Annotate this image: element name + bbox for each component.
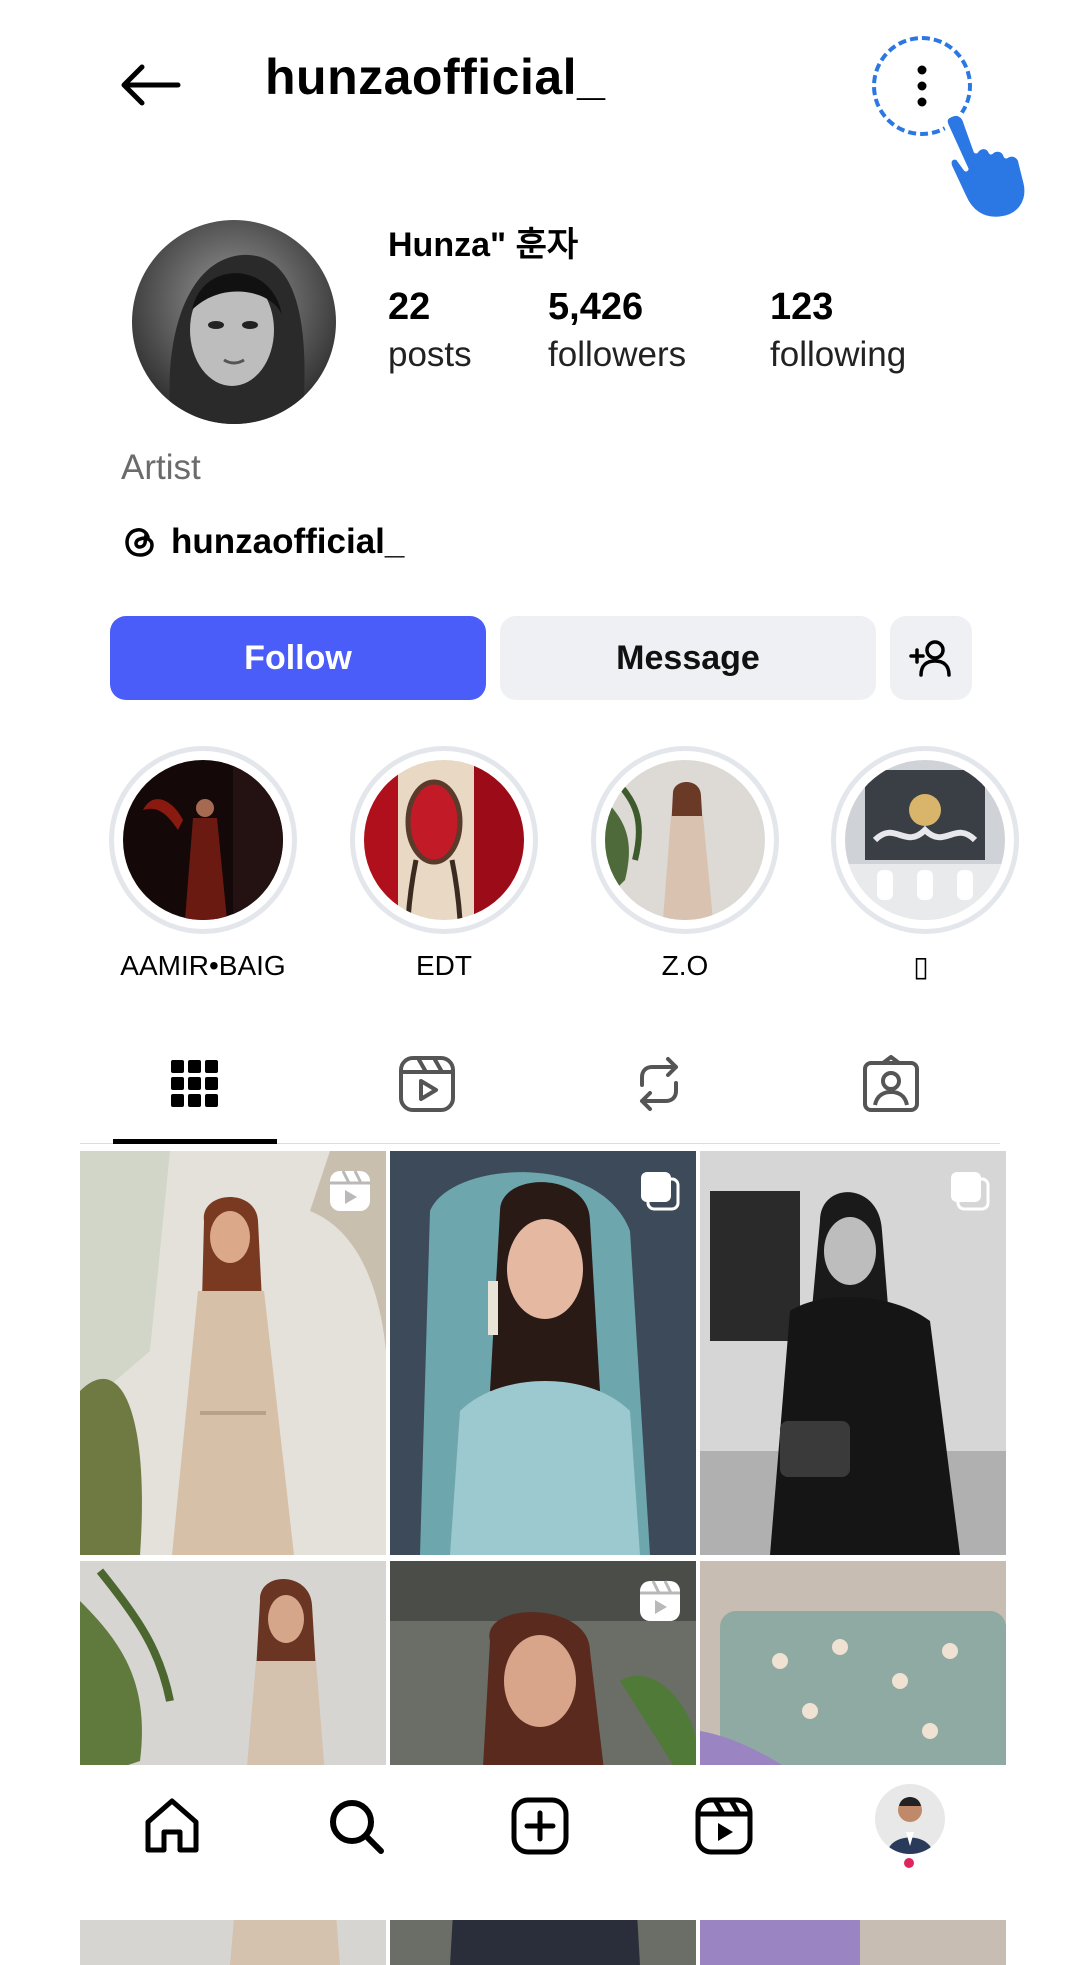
profile-avatar[interactable] (132, 220, 336, 424)
reel-icon (330, 1170, 370, 1211)
highlight-cover (605, 760, 765, 920)
threads-link[interactable]: hunzaofficial_ (121, 522, 404, 562)
highlight-label: ▯ (913, 951, 929, 982)
posts-label: posts (388, 335, 472, 374)
reels-icon (695, 1797, 753, 1855)
reel-icon (640, 1580, 680, 1621)
highlight-label: EDT (416, 950, 472, 981)
home-icon (145, 1798, 199, 1853)
highlight-cover (364, 760, 524, 920)
highlight-ring (109, 746, 297, 934)
tagged-icon (863, 1055, 919, 1112)
following-count[interactable]: 123 following (770, 283, 906, 379)
highlight-cover (123, 760, 283, 920)
search-icon (330, 1800, 384, 1854)
highlight-ring (831, 746, 1019, 934)
more-vertical-icon (917, 65, 927, 107)
carousel-icon (641, 1172, 680, 1211)
nav-profile-avatar[interactable] (875, 1784, 945, 1854)
highlight-item[interactable]: Z.O (590, 746, 780, 982)
back-button[interactable] (110, 50, 190, 120)
following-label: following (770, 335, 907, 374)
profile-category: Artist (121, 448, 201, 487)
followers-value: 5,426 (548, 286, 644, 328)
posts-value: 22 (388, 286, 431, 328)
display-name: Hunza" 훈자 (388, 226, 579, 264)
highlight-item[interactable]: AAMIR•BAIG (108, 746, 298, 982)
nav-home[interactable] (132, 1786, 212, 1866)
follow-button[interactable]: Follow (110, 616, 486, 700)
arrow-left-icon (121, 64, 181, 106)
highlight-ring (350, 746, 538, 934)
nav-reels[interactable] (684, 1786, 764, 1866)
post-thumbnail[interactable] (700, 1151, 1006, 1555)
posts-count[interactable]: 22 posts (388, 283, 472, 379)
followers-count[interactable]: 5,426 followers (548, 283, 686, 379)
hand-pointer-icon (942, 110, 1030, 222)
highlight-ring (591, 746, 779, 934)
reels-icon (399, 1056, 455, 1112)
tab-reposts[interactable] (594, 1052, 724, 1116)
following-value: 123 (770, 286, 834, 328)
post-thumbnail[interactable] (390, 1151, 696, 1555)
highlight-item[interactable]: ▯ (831, 746, 1019, 983)
tab-tagged[interactable] (826, 1052, 956, 1116)
threads-icon (125, 528, 154, 557)
add-user-icon (909, 640, 951, 677)
tab-posts-grid[interactable] (130, 1052, 260, 1116)
suggest-users-button[interactable] (890, 616, 972, 700)
grid-icon (171, 1060, 218, 1107)
post-thumbnail[interactable] (80, 1151, 386, 1555)
carousel-icon (951, 1172, 990, 1211)
notification-dot (904, 1858, 914, 1868)
tab-reels[interactable] (362, 1052, 492, 1116)
active-tab-indicator (113, 1139, 277, 1144)
highlight-label: AAMIR•BAIG (120, 950, 286, 981)
message-button[interactable]: Message (500, 616, 876, 700)
highlight-cover (845, 760, 1005, 920)
nav-search[interactable] (316, 1786, 396, 1866)
create-icon (511, 1797, 569, 1855)
threads-handle: hunzaofficial_ (171, 522, 405, 561)
highlight-label: Z.O (661, 950, 709, 981)
page-title: hunzaofficial_ (265, 49, 606, 105)
nav-create[interactable] (500, 1786, 580, 1866)
followers-label: followers (548, 335, 687, 374)
repost-icon (640, 1057, 678, 1111)
highlight-item[interactable]: EDT (349, 746, 539, 982)
